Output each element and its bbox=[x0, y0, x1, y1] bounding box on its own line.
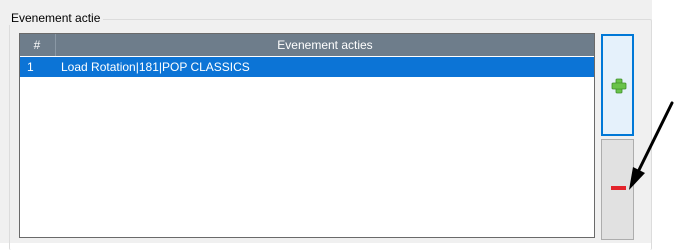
minus-icon bbox=[611, 186, 626, 190]
row-number: 1 bbox=[27, 60, 34, 74]
group-title: Evenement actie bbox=[8, 11, 104, 25]
table-row[interactable]: 1 Load Rotation|181|POP CLASSICS bbox=[20, 57, 594, 77]
event-actions-grid[interactable]: # Evenement acties 1 Load Rotation|181|P… bbox=[19, 33, 595, 238]
add-action-button[interactable] bbox=[601, 34, 634, 136]
grid-header: # Evenement acties bbox=[20, 34, 594, 56]
column-header-event-actions[interactable]: Evenement acties bbox=[56, 34, 594, 56]
plus-icon bbox=[611, 78, 627, 94]
column-header-number[interactable]: # bbox=[20, 34, 54, 56]
remove-action-button[interactable] bbox=[601, 139, 634, 240]
row-action: Load Rotation|181|POP CLASSICS bbox=[61, 60, 250, 74]
